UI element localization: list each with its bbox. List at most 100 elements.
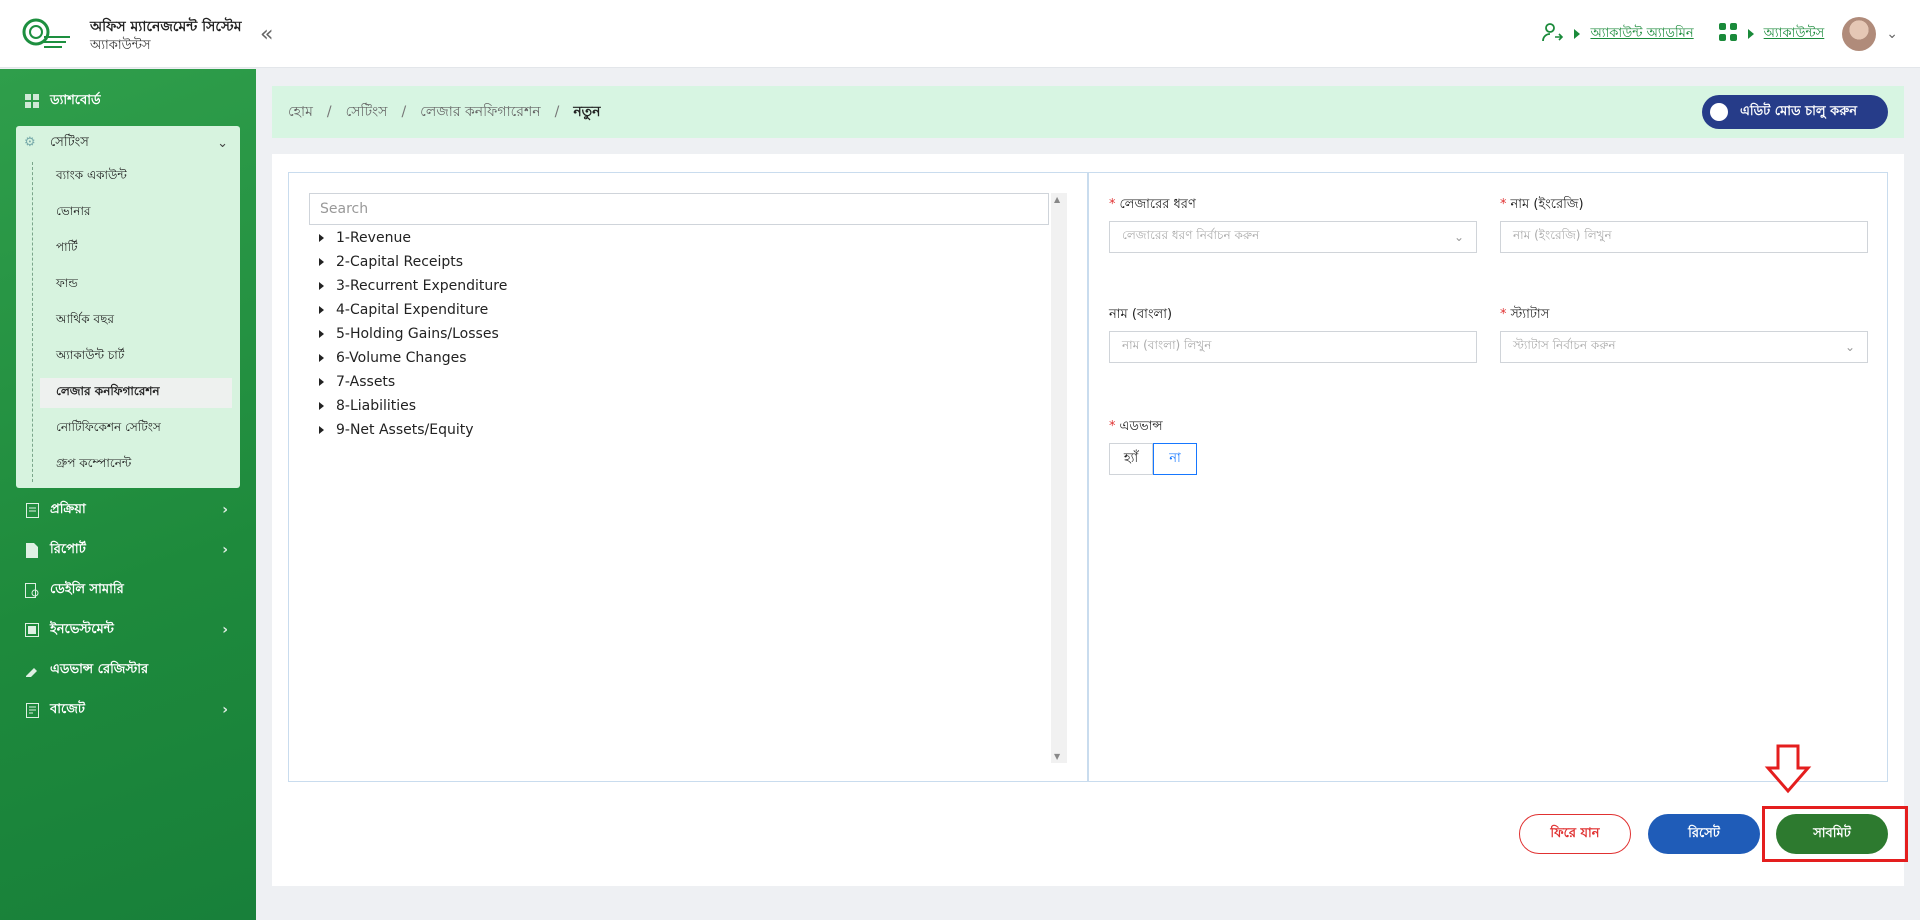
accounts-module-link[interactable]: অ্যাকাউন্টস — [1764, 24, 1825, 45]
chevron-down-icon[interactable]: ⌄ — [1886, 26, 1898, 42]
ledger-form-panel: * লেজারের ধরণ লেজারের ধরণ নির্বাচন করুন ⌄… — [1088, 172, 1888, 782]
caret-right-icon[interactable] — [319, 306, 324, 314]
advance-toggle-group: হ্যাঁ না — [1109, 443, 1197, 475]
tree-node-label: 6-Volume Changes — [336, 350, 467, 366]
sidebar-item-advance-register[interactable]: এডভান্স রেজিস্টার — [16, 653, 240, 687]
tree-node-label: 7-Assets — [336, 374, 396, 390]
tree-node[interactable]: 8-Liabilities — [319, 395, 416, 417]
tree-node[interactable]: 9-Net Assets/Equity — [319, 419, 474, 441]
chevron-right-icon: › — [222, 542, 228, 558]
sidebar-subitem-fund[interactable]: ফান্ড — [40, 270, 232, 300]
breadcrumb: হোম / সেটিংস / লেজার কনফিগারেশন / নতুন এ… — [272, 86, 1904, 138]
tree-node[interactable]: 5-Holding Gains/Losses — [319, 323, 499, 345]
tree-node[interactable]: 3-Recurrent Expenditure — [319, 275, 507, 297]
app-logo[interactable] — [22, 14, 74, 54]
toggle-knob — [1710, 103, 1728, 121]
advance-yes-option[interactable]: হ্যাঁ — [1109, 443, 1153, 475]
caret-right-icon[interactable] — [319, 282, 324, 290]
label-text: স্ট্যাটাস — [1510, 307, 1550, 322]
collapse-sidebar-icon[interactable]: « — [260, 22, 273, 47]
caret-right-icon[interactable] — [319, 258, 324, 266]
status-select[interactable]: স্ট্যাটাস নির্বাচন করুন ⌄ — [1500, 331, 1868, 363]
advance-label: * এডভান্স — [1109, 417, 1163, 438]
edit-mode-label: এডিট মোড চালু করুন — [1740, 103, 1857, 119]
sidebar: ড্যাশবোর্ড ⚙ সেটিংস ⌄ ব্যাংক একাউন্ট ভোন… — [0, 69, 256, 920]
tree-node[interactable]: 7-Assets — [319, 371, 395, 393]
app-subtitle: অ্যাকাউন্টস — [90, 38, 151, 53]
avatar[interactable] — [1842, 17, 1877, 51]
down-arrow-icon — [1764, 744, 1812, 794]
sidebar-item-label: সেটিংস — [50, 134, 89, 150]
account-admin-link[interactable]: অ্যাকাউন্ট অ্যাডমিন — [1590, 24, 1693, 45]
sidebar-item-settings[interactable]: ⚙ সেটিংস ⌄ — [16, 126, 240, 160]
tree-node[interactable]: 1-Revenue — [319, 227, 411, 249]
reset-button[interactable]: রিসেট — [1648, 814, 1760, 854]
label-text: লেজারের ধরণ — [1119, 197, 1196, 212]
sidebar-item-process[interactable]: প্রক্রিয়া › — [16, 493, 240, 527]
label-text: এডভান্স — [1119, 419, 1163, 434]
tree-node[interactable]: 4-Capital Expenditure — [319, 299, 488, 321]
breadcrumb-home[interactable]: হোম — [288, 100, 313, 124]
sidebar-subitem-group-component[interactable]: গ্রুপ কম্পোনেন্ট — [40, 450, 232, 480]
sidebar-subitem-bank-account[interactable]: ব্যাংক একাউন্ট — [40, 162, 232, 192]
chevron-right-icon: › — [222, 622, 228, 638]
sidebar-item-investment[interactable]: ইনভেস্টমেন্ট › — [16, 613, 240, 647]
breadcrumb-ledger-config[interactable]: লেজার কনফিগারেশন — [420, 100, 540, 124]
edit-mode-toggle[interactable]: এডিট মোড চালু করুন — [1702, 95, 1888, 129]
sidebar-subitem-fiscal-year[interactable]: আর্থিক বছর — [40, 306, 232, 336]
gear-icon: ⚙ — [24, 135, 36, 150]
caret-right-icon[interactable] — [319, 354, 324, 362]
submit-highlight-box — [1762, 806, 1908, 862]
investment-icon — [24, 622, 40, 638]
caret-right-icon[interactable] — [319, 330, 324, 338]
sidebar-subitem-voucher[interactable]: ভোনার — [40, 198, 232, 228]
tree-scrollbar[interactable]: ▲ ▼ — [1051, 193, 1067, 763]
chevron-right-icon: › — [222, 502, 228, 518]
scroll-down-icon[interactable]: ▼ — [1054, 752, 1060, 761]
back-button[interactable]: ফিরে যান — [1519, 814, 1631, 854]
breadcrumb-separator: / — [401, 104, 407, 120]
file-icon — [24, 542, 40, 558]
budget-icon — [24, 702, 40, 718]
caret-right-icon[interactable] — [319, 402, 324, 410]
ledger-type-label: * লেজারের ধরণ — [1109, 195, 1196, 216]
name-english-field[interactable]: নাম (ইংরেজি) লিখুন — [1500, 221, 1868, 253]
sidebar-subitem-account-chart[interactable]: অ্যাকাউন্ট চার্ট — [40, 342, 232, 372]
apps-grid-icon[interactable] — [1718, 22, 1738, 46]
breadcrumb-settings[interactable]: সেটিংস — [346, 100, 388, 124]
main-card: Search ▲ ▼ 1-Revenue 2-Capital Receipts … — [272, 154, 1904, 886]
sidebar-item-label: ইনভেস্টমেন্ট — [50, 621, 114, 637]
summary-icon — [24, 582, 40, 598]
sidebar-subitem-party[interactable]: পার্টি — [40, 234, 232, 264]
caret-right-icon — [1747, 29, 1754, 39]
tree-node[interactable]: 2-Capital Receipts — [319, 251, 463, 273]
sidebar-item-label: ড্যাশবোর্ড — [50, 92, 101, 108]
advance-no-option[interactable]: না — [1153, 443, 1197, 475]
sidebar-item-daily-summary[interactable]: ডেইলি সামারি — [16, 573, 240, 607]
name-bangla-field[interactable]: নাম (বাংলা) লিখুন — [1109, 331, 1477, 363]
sidebar-subitem-notification-settings[interactable]: নোটিফিকেশন সেটিংস — [40, 414, 232, 444]
required-marker: * — [1500, 197, 1507, 212]
sidebar-item-label: প্রক্রিয়া — [50, 501, 86, 517]
caret-right-icon[interactable] — [319, 378, 324, 386]
ledger-tree-panel: Search ▲ ▼ 1-Revenue 2-Capital Receipts … — [288, 172, 1088, 782]
caret-right-icon[interactable] — [319, 234, 324, 242]
sidebar-item-dashboard[interactable]: ড্যাশবোর্ড — [16, 84, 240, 118]
sidebar-item-label: বাজেট — [50, 701, 85, 717]
ledger-type-select[interactable]: লেজারের ধরণ নির্বাচন করুন ⌄ — [1109, 221, 1477, 253]
submenu-guide-line — [32, 162, 33, 482]
sidebar-item-label: এডভান্স রেজিস্টার — [50, 661, 149, 677]
status-label: * স্ট্যাটাস — [1500, 305, 1549, 326]
chevron-right-icon: › — [222, 702, 228, 718]
sidebar-subitem-ledger-config[interactable]: লেজার কনফিগারেশন — [40, 378, 232, 408]
tree-node-label: 2-Capital Receipts — [336, 254, 464, 270]
scroll-up-icon[interactable]: ▲ — [1054, 195, 1060, 204]
sidebar-item-budget[interactable]: বাজেট › — [16, 693, 240, 727]
tree-search-input[interactable]: Search — [309, 193, 1049, 225]
sidebar-item-report[interactable]: রিপোর্ট › — [16, 533, 240, 567]
required-marker: * — [1109, 419, 1116, 434]
caret-right-icon[interactable] — [319, 426, 324, 434]
tree-node-label: 3-Recurrent Expenditure — [336, 278, 508, 294]
document-icon — [24, 502, 40, 518]
tree-node[interactable]: 6-Volume Changes — [319, 347, 467, 369]
